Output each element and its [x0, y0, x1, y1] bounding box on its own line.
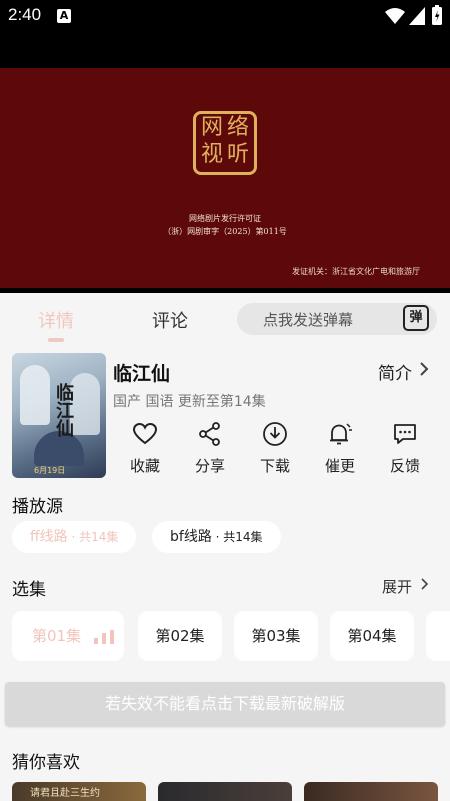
- episode-item[interactable]: 第03集: [234, 611, 318, 661]
- chevron-right-icon[interactable]: [420, 575, 430, 593]
- status-time: 2:40: [8, 5, 42, 24]
- poster-title: 临江仙: [53, 383, 74, 437]
- poster-figure: [20, 365, 50, 425]
- chevron-right-icon[interactable]: [418, 359, 430, 379]
- play-source-title: 播放源: [12, 497, 63, 517]
- episode-item-partial[interactable]: [426, 611, 450, 661]
- action-label: 反馈: [389, 457, 420, 475]
- source-count: · 共14集: [211, 530, 263, 544]
- license-seal-logo: 网络 视听: [193, 111, 257, 175]
- detail-panel: 详情 评论 点我发送弹幕 弹 临江仙 6月19日 临江仙 简介 国产 国语 更新…: [0, 293, 450, 801]
- recommend-card[interactable]: [158, 782, 292, 801]
- battery-icon: [432, 5, 442, 25]
- feedback-icon: [394, 424, 416, 444]
- tab-detail[interactable]: 详情: [38, 307, 74, 333]
- app-notification-icon: A: [57, 9, 71, 23]
- video-player[interactable]: 网络 视听 网络剧片发行许可证 （浙）网剧审字（2025）第011号 发证机关：…: [0, 33, 450, 293]
- recommend-card[interactable]: [304, 782, 438, 801]
- recommend-title: 猜你喜欢: [12, 753, 80, 773]
- episode-item-active[interactable]: 第01集: [12, 611, 124, 661]
- wifi-icon: [385, 8, 405, 24]
- video-frame: [0, 68, 450, 288]
- license-issuer: 发证机关：浙江省文化广电和旅游厅: [292, 267, 420, 276]
- feedback-button[interactable]: 反馈: [379, 421, 431, 476]
- action-label: 分享: [194, 457, 225, 475]
- show-meta: 国产 国语 更新至第14集: [113, 394, 266, 410]
- source-name: bf线路: [170, 529, 212, 545]
- status-bar: 2:40 A: [0, 0, 450, 33]
- action-label: 下载: [259, 457, 290, 475]
- share-icon: [199, 422, 220, 446]
- danmaku-placeholder: 点我发送弹幕: [263, 311, 354, 329]
- action-label: 催更: [324, 457, 355, 475]
- download-cracked-banner[interactable]: 若失效不能看点击下载最新破解版: [5, 682, 445, 726]
- tab-indicator: [48, 338, 64, 342]
- download-button[interactable]: 下载: [249, 421, 301, 476]
- recommend-card[interactable]: 请君且赴三生约: [12, 782, 146, 801]
- episode-item[interactable]: 第04集: [330, 611, 414, 661]
- show-title: 临江仙: [113, 363, 171, 385]
- danmaku-toggle-icon[interactable]: 弹: [403, 305, 429, 331]
- playing-bars-icon: [94, 630, 116, 644]
- poster-date-tag: 6月19日: [34, 466, 66, 475]
- recommend-card-title: 请君且赴三生约: [30, 788, 100, 799]
- source-ff[interactable]: ff线路 · 共14集: [12, 521, 137, 553]
- favorite-button[interactable]: 收藏: [119, 421, 171, 476]
- show-poster[interactable]: 临江仙 6月19日: [12, 353, 106, 478]
- heart-icon: [132, 422, 158, 445]
- episode-item[interactable]: 第02集: [138, 611, 222, 661]
- license-title: 网络剧片发行许可证: [189, 214, 261, 223]
- source-bf[interactable]: bf线路 · 共14集: [152, 521, 281, 553]
- license-number: （浙）网剧审字（2025）第011号: [163, 227, 287, 236]
- tab-comment[interactable]: 评论: [152, 307, 188, 333]
- download-icon: [263, 422, 287, 446]
- intro-button[interactable]: 简介: [378, 359, 412, 384]
- source-name: ff线路: [30, 529, 68, 545]
- action-label: 收藏: [129, 457, 160, 475]
- danmaku-input[interactable]: 点我发送弹幕 弹: [237, 303, 437, 335]
- signal-icon: [409, 7, 425, 25]
- share-button[interactable]: 分享: [184, 421, 236, 476]
- episodes-title: 选集: [12, 580, 46, 600]
- expand-episodes-button[interactable]: 展开: [382, 576, 412, 597]
- urge-update-button[interactable]: 催更: [314, 421, 366, 476]
- bell-icon: [330, 423, 352, 445]
- source-count: · 共14集: [67, 530, 119, 544]
